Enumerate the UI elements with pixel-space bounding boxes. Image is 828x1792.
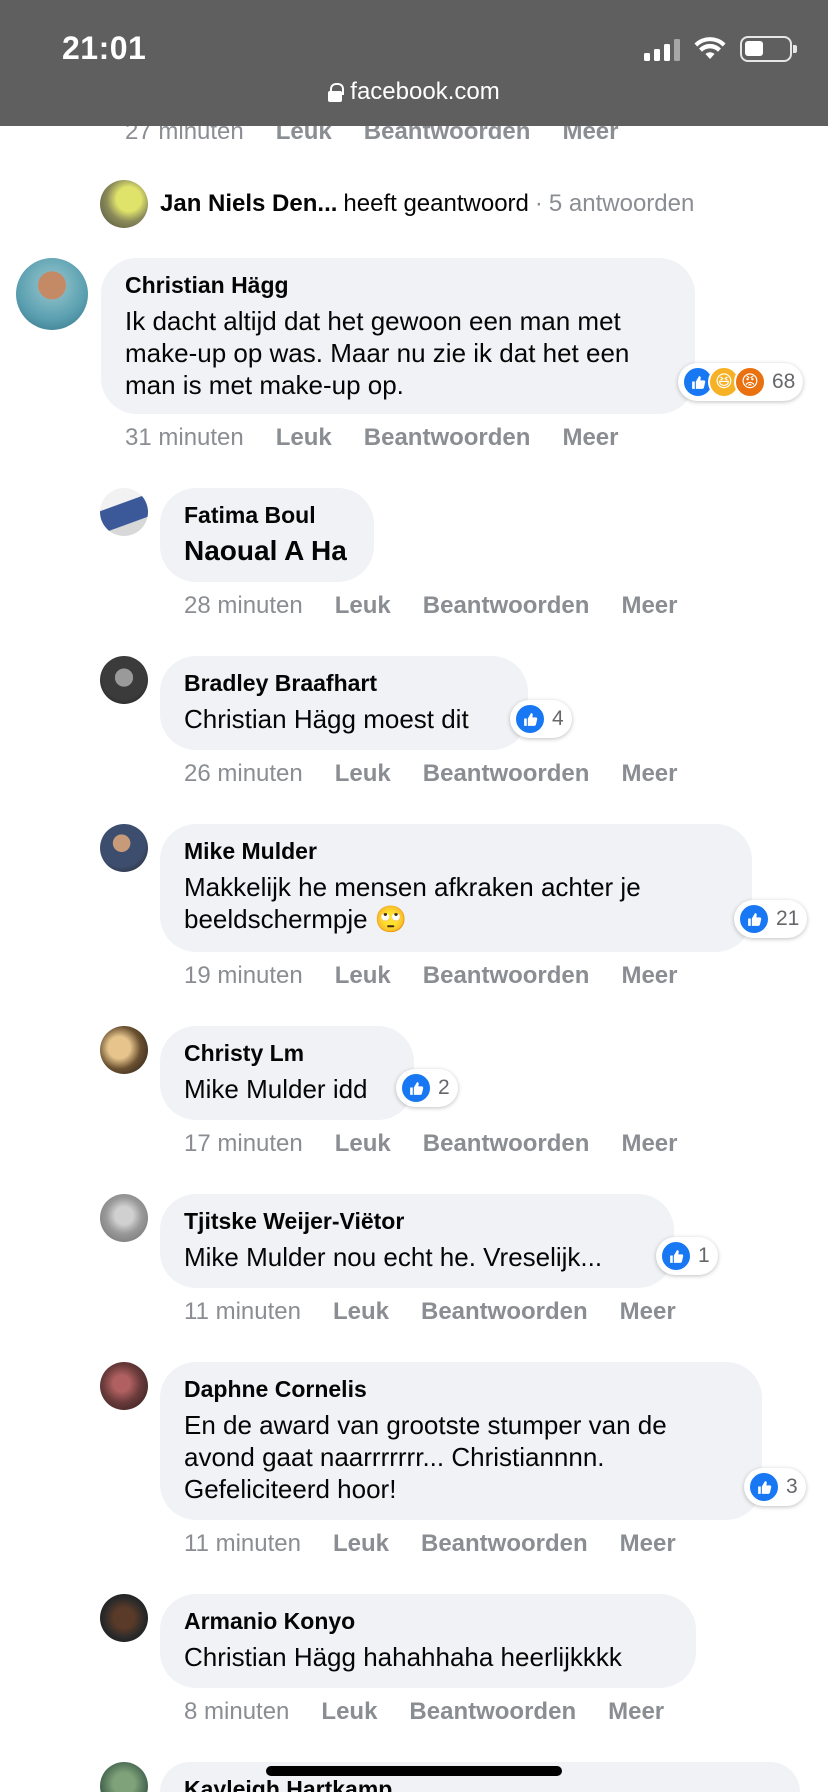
url-bar[interactable]: facebook.com — [0, 78, 828, 106]
more-button[interactable]: Meer — [621, 592, 677, 620]
reply-button[interactable]: Beantwoorden — [423, 592, 590, 620]
comment-bubble: Tjitske Weijer-Viëtor Mike Mulder nou ec… — [160, 1194, 674, 1288]
avatar[interactable] — [100, 824, 148, 872]
reaction-summary[interactable]: 21 — [734, 900, 808, 938]
more-button[interactable]: Meer — [608, 1698, 664, 1726]
comment-time[interactable]: 11 minuten — [184, 1298, 301, 1326]
more-button[interactable]: Meer — [621, 760, 677, 788]
like-button[interactable]: Leuk — [276, 424, 332, 452]
home-indicator[interactable] — [266, 1766, 562, 1776]
status-icons — [644, 34, 797, 64]
avatar[interactable] — [100, 488, 148, 536]
reply-button[interactable]: Beantwoorden — [409, 1698, 576, 1726]
comment-time[interactable]: 31 minuten — [125, 424, 244, 452]
angry-icon: 😡 — [734, 366, 766, 398]
comment-author[interactable]: Fatima Boul — [184, 502, 350, 529]
comment-text: Mike Mulder nou echt he. Vreselijk... — [184, 1242, 603, 1272]
like-icon — [738, 903, 770, 935]
comment-bubble: Bradley Braafhart Christian Hägg moest d… — [160, 656, 528, 750]
like-button[interactable]: Leuk — [333, 1298, 389, 1326]
like-button[interactable]: Leuk — [335, 962, 391, 990]
like-button[interactable]: Leuk — [321, 1698, 377, 1726]
like-button[interactable]: Leuk — [335, 760, 391, 788]
reaction-summary[interactable]: 😆 😡 68 — [678, 363, 804, 401]
avatar[interactable] — [100, 180, 148, 228]
more-button[interactable]: Meer — [620, 1530, 676, 1558]
avatar[interactable] — [100, 656, 148, 704]
comment-text: Makkelijk he mensen afkraken achter je b… — [184, 872, 641, 934]
comment-text: Christian Hägg moest dit — [184, 704, 469, 734]
reply-button[interactable]: Beantwoorden — [364, 424, 531, 452]
reply-button[interactable]: Beantwoorden — [421, 1298, 588, 1326]
comment-author[interactable]: Christian Hägg — [125, 272, 671, 299]
comment-meta-row: 31 minuten Leuk Beantwoorden Meer — [125, 424, 650, 452]
browser-top-bar: 21:01 facebook.com — [0, 0, 828, 126]
comment-meta-row: 11 minuten Leuk Beantwoorden Meer — [184, 1298, 708, 1326]
reply-button[interactable]: Beantwoorden — [423, 760, 590, 788]
url-text: facebook.com — [350, 78, 500, 105]
comment-text: En de award van grootste stumper van de … — [184, 1410, 667, 1504]
comment-bubble: Christy Lm Mike Mulder idd — [160, 1026, 414, 1120]
avatar[interactable] — [100, 1594, 148, 1642]
comment-bubble: Fatima Boul Naoual A Ha — [160, 488, 374, 582]
like-icon — [400, 1072, 432, 1104]
cellular-signal-icon — [644, 37, 680, 61]
wifi-icon — [694, 37, 726, 59]
comment-time[interactable]: 28 minuten — [184, 592, 303, 620]
reaction-summary[interactable]: 2 — [396, 1069, 458, 1107]
comment-text: Christian Hägg hahahhaha heerlijkkkk — [184, 1642, 622, 1672]
comment-meta-row: 28 minuten Leuk Beantwoorden Meer — [184, 592, 709, 620]
comment-bubble: Christian Hägg Ik dacht altijd dat het g… — [101, 258, 695, 414]
comment-text: Mike Mulder idd — [184, 1074, 368, 1104]
view-replies-link[interactable]: Jan Niels Den... heeft geantwoord · 5 an… — [160, 190, 694, 218]
lock-icon — [328, 83, 345, 102]
comment-meta-row: 11 minuten Leuk Beantwoorden Meer — [184, 1530, 708, 1558]
more-button[interactable]: Meer — [621, 962, 677, 990]
comment-time[interactable]: 26 minuten — [184, 760, 303, 788]
comment-bubble: Mike Mulder Makkelijk he mensen afkraken… — [160, 824, 752, 952]
comment-author[interactable]: Christy Lm — [184, 1040, 390, 1067]
like-icon — [748, 1471, 780, 1503]
avatar[interactable] — [100, 1194, 148, 1242]
comment-author[interactable]: Mike Mulder — [184, 838, 728, 865]
comment-meta-row: 8 minuten Leuk Beantwoorden Meer — [184, 1698, 696, 1726]
avatar[interactable] — [100, 1026, 148, 1074]
avatar[interactable] — [100, 1762, 148, 1792]
comment-author[interactable]: Daphne Cornelis — [184, 1376, 738, 1403]
comment-text: Naoual A Ha — [184, 535, 347, 566]
more-button[interactable]: Meer — [620, 1298, 676, 1326]
reaction-summary[interactable]: 1 — [656, 1237, 718, 1275]
like-icon — [660, 1240, 692, 1272]
reaction-summary[interactable]: 4 — [510, 700, 572, 738]
comment-meta-row: 26 minuten Leuk Beantwoorden Meer — [184, 760, 709, 788]
comment-bubble: Armanio Konyo Christian Hägg hahahhaha h… — [160, 1594, 696, 1688]
comment-time[interactable]: 8 minuten — [184, 1698, 289, 1726]
comment-time[interactable]: 19 minuten — [184, 962, 303, 990]
status-time: 21:01 — [62, 30, 147, 66]
comment-time[interactable]: 11 minuten — [184, 1530, 301, 1558]
comment-author[interactable]: Bradley Braafhart — [184, 670, 504, 697]
reaction-summary[interactable]: 3 — [744, 1468, 806, 1506]
avatar[interactable] — [100, 1362, 148, 1410]
avatar[interactable] — [16, 258, 88, 330]
comment-bubble: Daphne Cornelis En de award van grootste… — [160, 1362, 762, 1520]
more-button[interactable]: Meer — [562, 424, 618, 452]
comment-author[interactable]: Tjitske Weijer-Viëtor — [184, 1208, 650, 1235]
comment-meta-row: 19 minuten Leuk Beantwoorden Meer — [184, 962, 709, 990]
like-button[interactable]: Leuk — [335, 1130, 391, 1158]
comment-meta-row: 17 minuten Leuk Beantwoorden Meer — [184, 1130, 709, 1158]
comment-text: Ik dacht altijd dat het gewoon een man m… — [125, 306, 630, 400]
like-icon — [514, 703, 546, 735]
reply-button[interactable]: Beantwoorden — [421, 1530, 588, 1558]
comment-author[interactable]: Kayleigh Hartkamp — [184, 1776, 776, 1792]
like-button[interactable]: Leuk — [333, 1530, 389, 1558]
like-button[interactable]: Leuk — [335, 592, 391, 620]
comment-author[interactable]: Armanio Konyo — [184, 1608, 672, 1635]
more-button[interactable]: Meer — [621, 1130, 677, 1158]
reply-button[interactable]: Beantwoorden — [423, 1130, 590, 1158]
battery-icon — [740, 36, 797, 62]
comment-time[interactable]: 17 minuten — [184, 1130, 303, 1158]
reply-button[interactable]: Beantwoorden — [423, 962, 590, 990]
